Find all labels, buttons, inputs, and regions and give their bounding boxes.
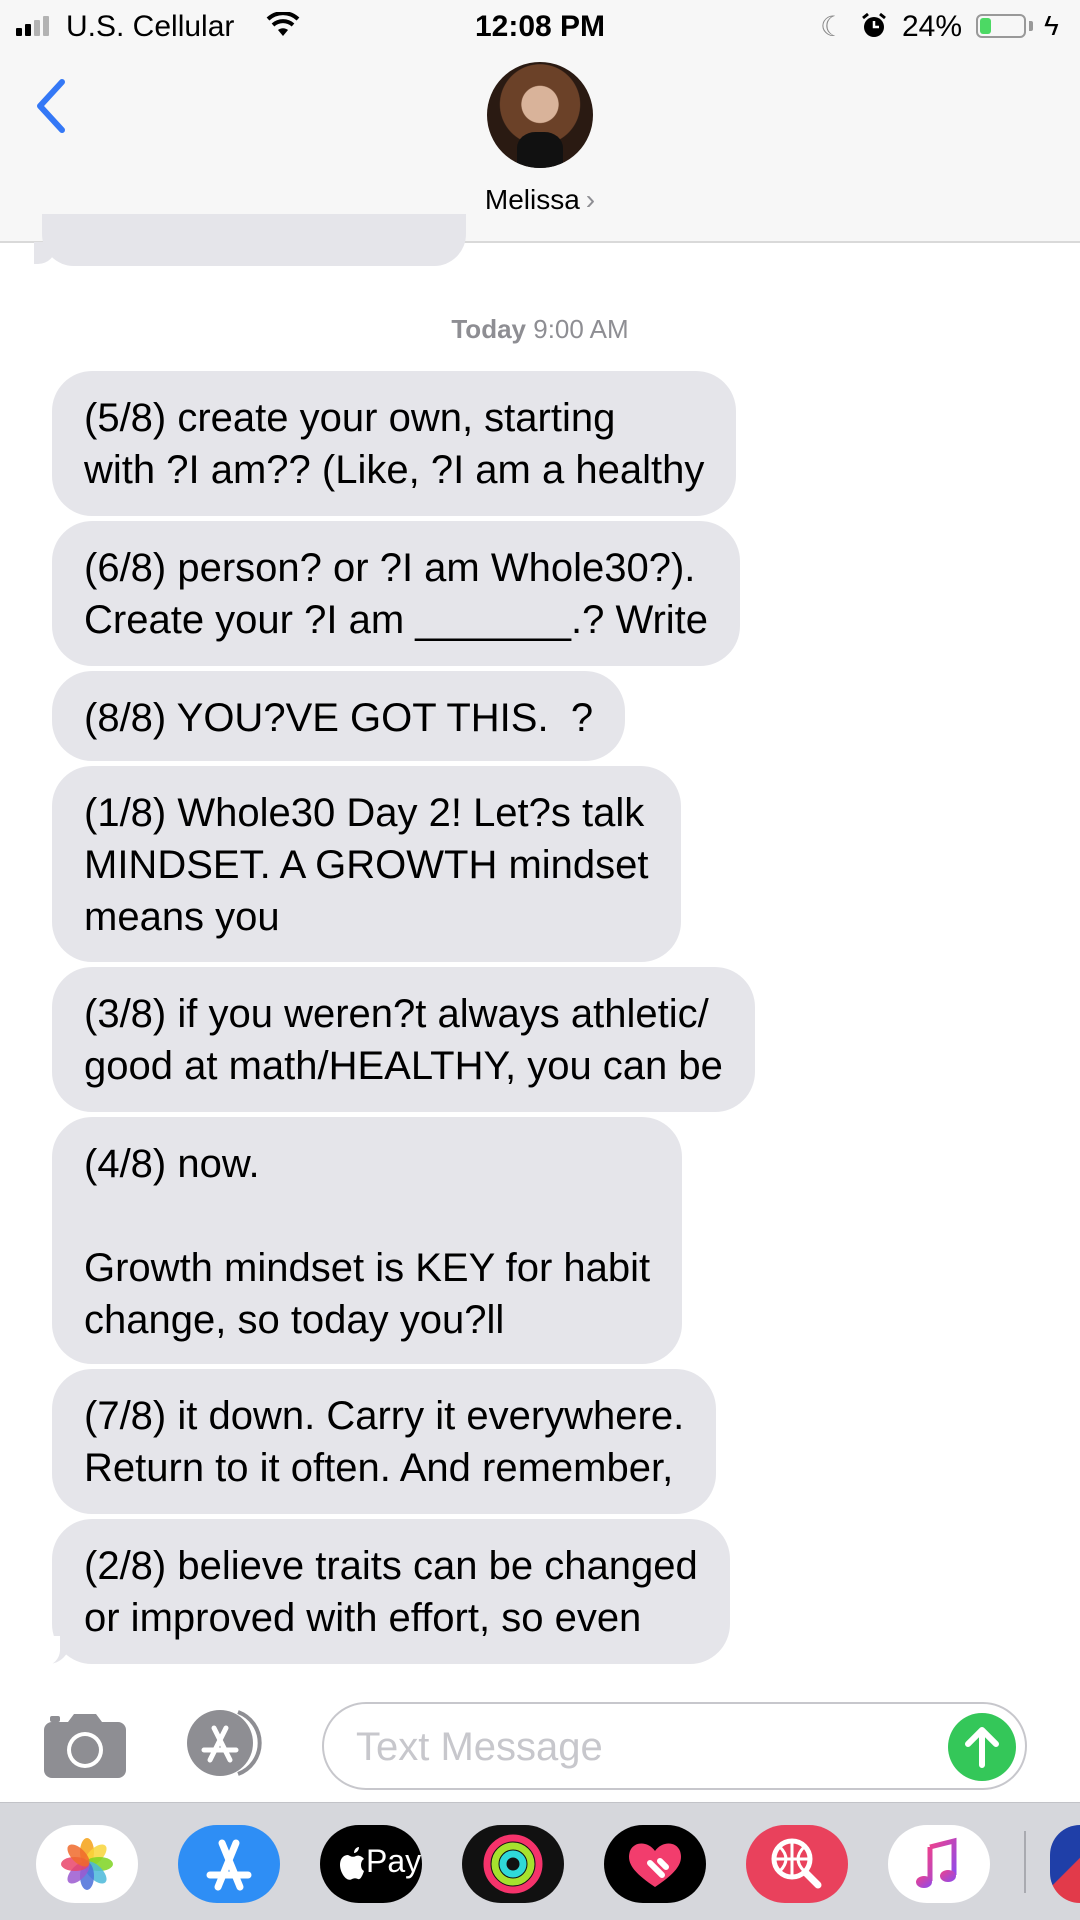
imessage-app-drawer: Pay (0, 1802, 1080, 1920)
battery-level (980, 18, 992, 34)
message-bubble[interactable]: (6/8) person? or ?I am Whole30?). Create… (52, 521, 741, 666)
app-store-icon (206, 1839, 252, 1891)
more-apps-icon[interactable] (1050, 1825, 1080, 1903)
app-store-icon[interactable] (182, 1708, 276, 1778)
message-bubble[interactable]: (8/8) YOU?VE GOT THIS. ? (52, 671, 626, 761)
photos-app-icon[interactable] (36, 1825, 138, 1903)
image-search-app-icon[interactable] (746, 1825, 848, 1903)
status-bar: U.S. Cellular 12:08 PM ☾ 24% ϟ (0, 0, 1080, 54)
message-timestamp: Today 9:00 AM (0, 314, 1080, 345)
message-bubble[interactable]: (5/8) create your own, starting with ?I … (52, 371, 737, 516)
timestamp-time: 9:00 AM (533, 314, 629, 344)
send-arrow-icon (965, 1727, 999, 1768)
photos-icon (61, 1838, 113, 1890)
avatar[interactable] (487, 62, 593, 168)
charging-icon: ϟ (1044, 10, 1059, 41)
activity-rings-icon (483, 1834, 543, 1894)
music-note-icon (916, 1837, 957, 1888)
battery-percent: 24% (902, 10, 963, 43)
apple-pay-label: Pay (366, 1843, 422, 1879)
message-bubble[interactable]: (3/8) if you weren?t always athletic/ go… (52, 967, 755, 1112)
message-bubble[interactable]: (4/8) now. Growth mindset is KEY for hab… (52, 1117, 683, 1364)
conversation-header: U.S. Cellular 12:08 PM ☾ 24% ϟ Melissa › (0, 0, 1080, 243)
message-bubble[interactable]: (2/8) believe traits can be changed or i… (30, 1519, 730, 1666)
app-store-app-icon[interactable] (178, 1825, 280, 1903)
message-bubble[interactable]: (1/8) Whole30 Day 2! Let?s talk MINDSET.… (52, 766, 681, 962)
back-chevron-icon[interactable] (28, 76, 78, 136)
globe-search-icon (771, 1838, 822, 1889)
heart-icon (629, 1843, 681, 1887)
camera-icon[interactable] (42, 1710, 128, 1780)
contact-name-text: Melissa (484, 184, 580, 215)
message-composer (0, 1690, 1080, 1800)
chevron-right-icon: › (585, 184, 596, 215)
alarm-icon (862, 12, 886, 37)
message-input-field (322, 1702, 1027, 1790)
apple-pay-app-icon[interactable]: Pay (320, 1825, 422, 1903)
battery-tip (1029, 21, 1033, 31)
contact-name[interactable]: Melissa › (0, 184, 1080, 216)
music-app-icon[interactable] (888, 1825, 990, 1903)
app-drawer-divider (1024, 1831, 1026, 1893)
activity-app-icon[interactable] (462, 1825, 564, 1903)
send-button[interactable] (948, 1713, 1016, 1781)
previous-message-bubble[interactable] (34, 214, 466, 266)
timestamp-day: Today (451, 314, 526, 344)
battery-icon (976, 14, 1026, 38)
heart-app-icon[interactable] (604, 1825, 706, 1903)
message-bubble[interactable]: (7/8) it down. Carry it everywhere. Retu… (52, 1369, 717, 1514)
text-message-input[interactable] (356, 1722, 916, 1772)
do-not-disturb-icon: ☾ (820, 11, 846, 42)
